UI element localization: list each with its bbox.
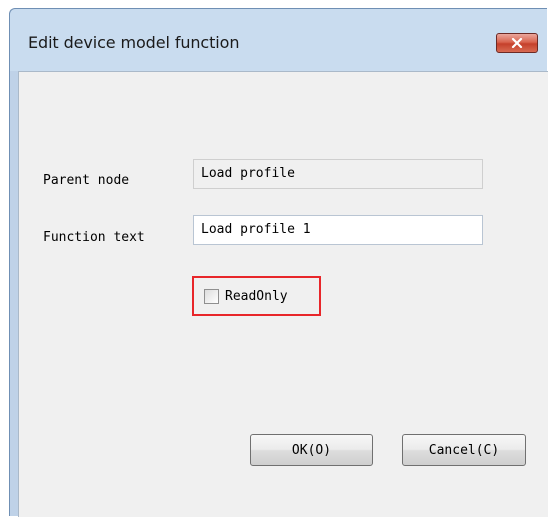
cancel-button[interactable]: Cancel(C)	[402, 434, 526, 466]
parent-node-label: Parent node	[43, 173, 130, 188]
ok-button[interactable]: OK(O)	[250, 434, 373, 466]
function-text-input[interactable]: Load profile 1	[193, 215, 483, 245]
function-text-label: Function text	[43, 230, 145, 245]
close-x-icon	[511, 38, 523, 48]
dialog-body: Parent node Load profile Function text L…	[18, 71, 548, 517]
dialog-title: Edit device model function	[28, 33, 240, 52]
dialog-titlebar[interactable]: Edit device model function	[10, 9, 547, 71]
readonly-checkbox[interactable]	[204, 288, 219, 304]
edit-function-dialog: Edit device model function Parent node L…	[9, 8, 548, 517]
parent-node-field: Load profile	[193, 159, 483, 189]
readonly-checkbox-highlight[interactable]: ReadOnly	[192, 276, 321, 316]
close-button[interactable]	[496, 33, 538, 53]
readonly-checkbox-label[interactable]: ReadOnly	[225, 289, 288, 304]
